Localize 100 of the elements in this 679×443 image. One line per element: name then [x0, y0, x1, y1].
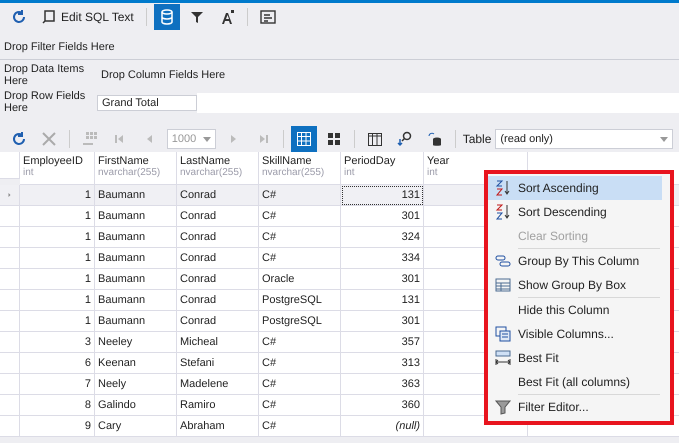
- table-cell: Neeley: [95, 332, 177, 353]
- menu-item[interactable]: Sort Ascending: [488, 176, 662, 200]
- best-fit-icon: [495, 350, 511, 366]
- menu-item[interactable]: Filter Editor...: [488, 395, 662, 419]
- table-cell: Baumann: [95, 185, 177, 206]
- table-cell: 131: [341, 185, 424, 206]
- table-cell: Conrad: [177, 248, 259, 269]
- table-cell: C#: [259, 248, 341, 269]
- column-drop-zone: Drop Column Fields Here: [100, 69, 226, 81]
- table-cell: Baumann: [95, 206, 177, 227]
- column-header[interactable]: LastName nvarchar(255): [177, 152, 259, 185]
- funnel-icon: [188, 9, 205, 25]
- column-header[interactable]: FirstName nvarchar(255): [95, 152, 177, 185]
- table-cell: C#: [259, 374, 341, 395]
- row-indicator[interactable]: [0, 395, 20, 416]
- table-cell: Micheal: [177, 332, 259, 353]
- table-cell: 334: [341, 248, 424, 269]
- row-indicator[interactable]: [0, 227, 20, 248]
- table-cell: 131: [341, 290, 424, 311]
- table-cell: Conrad: [177, 185, 259, 206]
- menu-item[interactable]: Hide this Column: [488, 298, 662, 322]
- table-cell: Conrad: [177, 206, 259, 227]
- database-button[interactable]: [154, 4, 180, 30]
- row-indicator[interactable]: [0, 416, 20, 437]
- row-drop-zone: Drop Row Fields Here: [3, 90, 86, 116]
- grid-view-button[interactable]: [291, 126, 318, 152]
- table-cell: C#: [259, 227, 341, 248]
- table-cell: 9: [20, 416, 95, 437]
- row-indicator[interactable]: [0, 290, 20, 311]
- table-cell: C#: [259, 395, 341, 416]
- column-header[interactable]: EmployeeID int: [20, 152, 95, 185]
- column-header[interactable]: SkillName nvarchar(255): [259, 152, 341, 185]
- database-icon: [426, 131, 443, 147]
- filter-drop-zone: Drop Filter Fields Here: [4, 41, 115, 53]
- table-cell: C#: [259, 416, 341, 437]
- lines-icon: [260, 9, 276, 25]
- search-icon: [396, 131, 413, 147]
- table-cell: 7: [20, 374, 95, 395]
- table-cell: C#: [259, 206, 341, 227]
- row-indicator[interactable]: [0, 248, 20, 269]
- table-cell: 313: [341, 353, 424, 374]
- table-cell: Baumann: [95, 269, 177, 290]
- edit-sql-button[interactable]: Edit SQL Text: [36, 4, 139, 30]
- table-icon: [296, 131, 312, 147]
- table-cell: Ramiro: [177, 395, 259, 416]
- menu-item[interactable]: Group By This Column: [488, 249, 662, 273]
- table-cell: 8: [20, 395, 95, 416]
- table-cell: 1: [20, 290, 95, 311]
- table-cell: Galindo: [95, 395, 177, 416]
- table-cell: C#: [259, 185, 341, 206]
- table-cell: PostgreSQL: [259, 311, 341, 332]
- table-cell: 1: [20, 227, 95, 248]
- row-indicator[interactable]: [0, 206, 20, 227]
- cards-icon: [326, 131, 342, 147]
- table-cell: Neely: [95, 374, 177, 395]
- table-label: Table: [462, 132, 492, 146]
- table-cell: PostgreSQL: [259, 290, 341, 311]
- table-cell: Keenan: [95, 353, 177, 374]
- row-indicator[interactable]: [0, 374, 20, 395]
- table-cell: 6: [20, 353, 95, 374]
- table-cell: Stefani: [177, 353, 259, 374]
- table-cell: Oracle: [259, 269, 341, 290]
- database-icon: [158, 9, 175, 25]
- table-cell: Conrad: [177, 227, 259, 248]
- menu-item[interactable]: Visible Columns...: [488, 322, 662, 346]
- table-cell: 1: [20, 185, 95, 206]
- menu-item[interactable]: Show Group By Box: [488, 273, 662, 297]
- table-cell: Baumann: [95, 227, 177, 248]
- menu-item[interactable]: Best Fit: [488, 346, 662, 370]
- close-icon: [41, 131, 57, 147]
- refresh-icon: [11, 9, 27, 25]
- sort-descending-icon: [495, 204, 511, 220]
- column-header[interactable]: PeriodDay int: [341, 152, 424, 185]
- table-cell: 301: [341, 206, 424, 227]
- menu-item[interactable]: Best Fit (all columns): [488, 370, 662, 394]
- table-cell: 357: [341, 332, 424, 353]
- grand-total-cell: Grand Total: [97, 95, 197, 111]
- group-box-icon: [495, 277, 511, 293]
- table-select[interactable]: (read only): [495, 129, 674, 149]
- table-cell: Baumann: [95, 248, 177, 269]
- menu-item[interactable]: Sort Descending: [488, 200, 662, 224]
- table-cell: 324: [341, 227, 424, 248]
- row-indicator[interactable]: [0, 332, 20, 353]
- document-icon: [41, 9, 57, 25]
- table-cell: Baumann: [95, 311, 177, 332]
- table-cell: 1: [20, 311, 95, 332]
- table-cell: (null): [341, 416, 424, 437]
- grid-icon: [82, 131, 98, 147]
- table-cell: 1: [20, 269, 95, 290]
- table-cell: 1: [20, 248, 95, 269]
- group-icon: [495, 253, 511, 269]
- row-indicator[interactable]: [0, 311, 20, 332]
- table-cell: 301: [341, 311, 424, 332]
- row-indicator[interactable]: [0, 269, 20, 290]
- row-indicator[interactable]: [0, 353, 20, 374]
- table-cell: Cary: [95, 416, 177, 437]
- columns-icon: [495, 326, 511, 342]
- table-cell: Conrad: [177, 269, 259, 290]
- row-indicator[interactable]: [0, 185, 20, 206]
- table-cell: 1: [20, 206, 95, 227]
